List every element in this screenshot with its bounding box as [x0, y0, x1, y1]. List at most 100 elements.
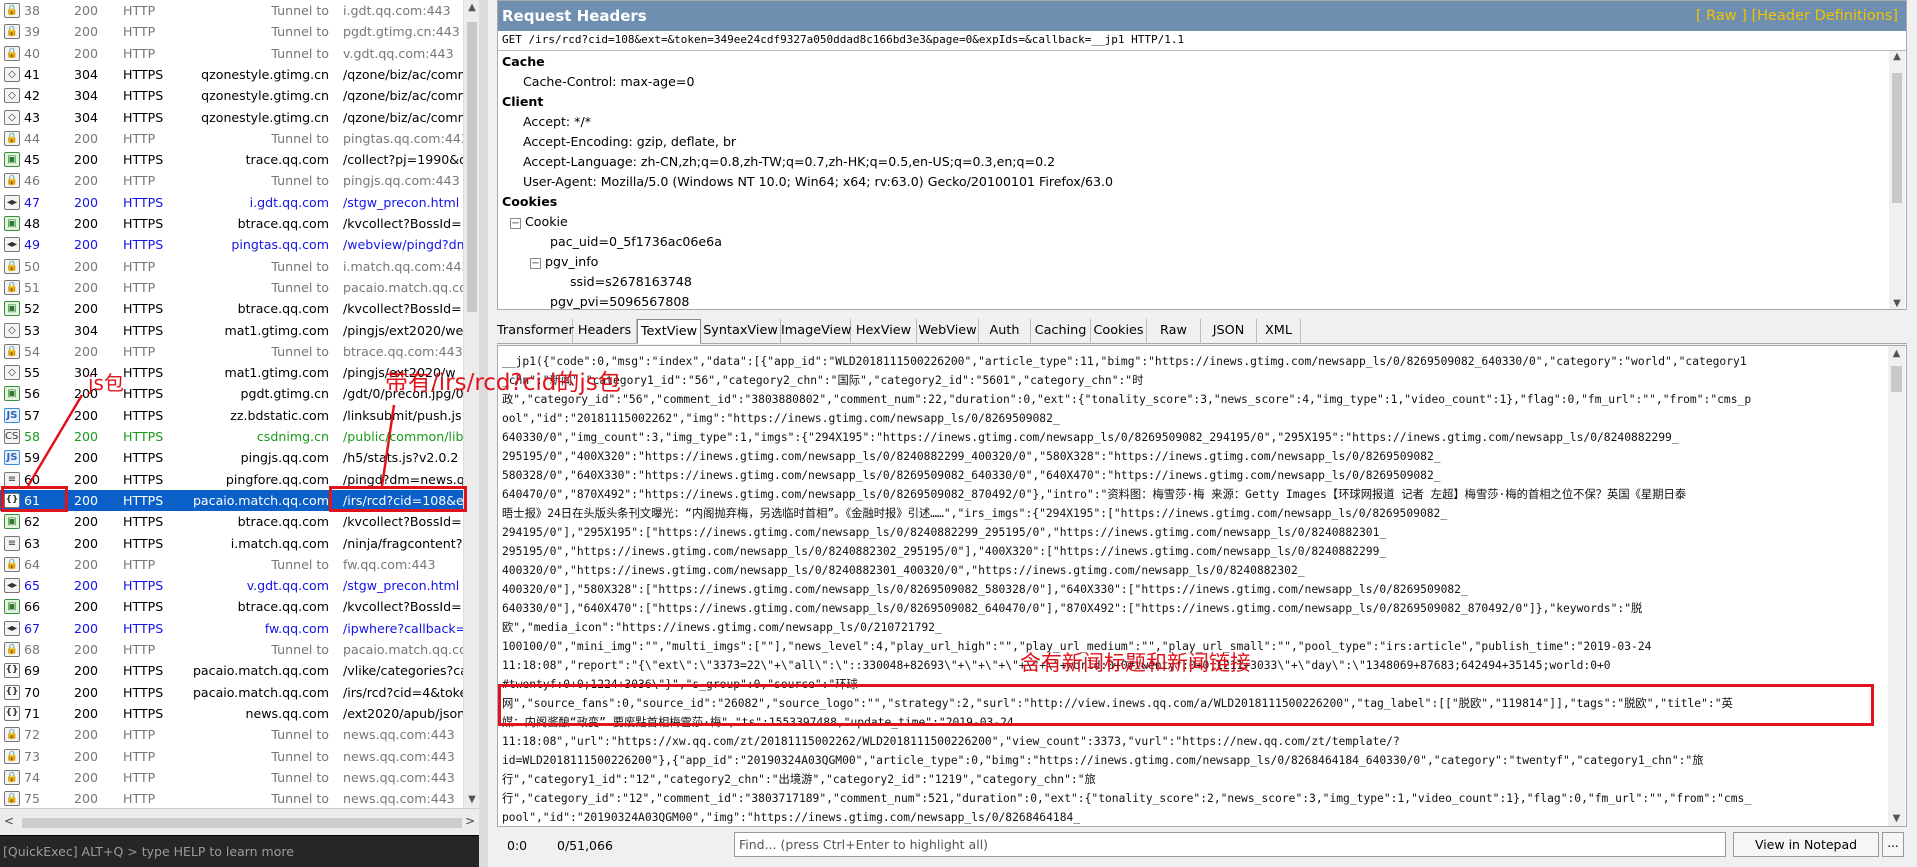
session-row[interactable]: JS 57 200 HTTPS zz.bdstatic.com/linksubmit/p… — [0, 405, 463, 426]
session-url: /pingd?dm=news.qq — [343, 471, 463, 487]
tab-raw[interactable]: Raw — [1147, 319, 1201, 344]
raw-header-definitions-links[interactable]: [ Raw ] [Header Definitions] — [1696, 1, 1898, 31]
tab-cookies[interactable]: Cookies — [1091, 319, 1147, 344]
session-row[interactable]: ◇ 43 304 HTTPS qzonestyle.gtimg.cn/qzone/biz… — [0, 107, 463, 128]
scroll-up-icon[interactable]: ▲ — [1889, 51, 1905, 62]
find-input[interactable]: Find... (press Ctrl+Enter to highlight a… — [734, 832, 1726, 857]
tab-headers[interactable]: Headers — [573, 319, 637, 344]
session-row[interactable]: 🔒 68 200 HTTP Tunnel to pacaio.match.qq.com — [0, 639, 463, 660]
session-row[interactable]: {} 69 200 HTTPS pacaio.match.qq.com/vlike/ca… — [0, 660, 463, 681]
session-row[interactable]: 🔒 72 200 HTTP Tunnel to news.qq.com:443 — [0, 724, 463, 745]
session-row[interactable]: ▣ 48 200 HTTPS btrace.qq.com/kvcollect?BossI… — [0, 213, 463, 234]
session-row[interactable]: 🔒 46 200 HTTP Tunnel to pingjs.qq.com:443 — [0, 170, 463, 191]
scroll-left-icon[interactable]: < — [4, 814, 14, 828]
scroll-down-icon[interactable]: ▼ — [1888, 813, 1905, 824]
session-row[interactable]: 🔒 40 200 HTTP Tunnel to v.gdt.qq.com:443 — [0, 43, 463, 64]
session-row[interactable]: ≡ 63 200 HTTPS i.match.qq.com/ninja/fragcont… — [0, 533, 463, 554]
cookie-pgv-info[interactable]: − pgv_info — [530, 254, 598, 269]
cookie-pac-uid[interactable]: pac_uid=0_5f1736ac06e6a — [550, 234, 722, 249]
session-row[interactable]: {} 70 200 HTTPS pacaio.match.qq.com/irs/rcd?… — [0, 682, 463, 703]
more-options-button[interactable]: ... — [1882, 832, 1904, 857]
session-row[interactable]: {} 61 200 HTTPS pacaio.match.qq.com/irs/rcd?… — [0, 489, 463, 511]
pane-splitter[interactable] — [479, 0, 488, 867]
session-row[interactable]: ▣ 45 200 HTTPS trace.qq.com/collect?pj=1990&… — [0, 149, 463, 170]
header-user-agent[interactable]: User-Agent: Mozilla/5.0 (Windows NT 10.0… — [523, 174, 1113, 189]
session-row[interactable]: 🔒 39 200 HTTP Tunnel to pgdt.gtimg.cn:443 — [0, 21, 463, 42]
session-protocol: HTTPS — [123, 322, 164, 338]
session-row[interactable]: ◇ 42 304 HTTPS qzonestyle.gtimg.cn/qzone/biz… — [0, 85, 463, 106]
quickexec-bar[interactable]: [QuickExec] ALT+Q > type HELP to learn m… — [0, 835, 479, 867]
tab-xml[interactable]: XML — [1257, 319, 1301, 344]
tab-json[interactable]: JSON — [1201, 319, 1257, 344]
request-headers-titlebar: Request Headers [ Raw ] [Header Definiti… — [498, 1, 1906, 31]
header-accept-language[interactable]: Accept-Language: zh-CN,zh;q=0.8,zh-TW;q=… — [523, 154, 1055, 169]
session-host: Tunnel to — [271, 258, 329, 274]
cookie-ssid[interactable]: ssid=s2678163748 — [570, 274, 692, 289]
collapse-icon[interactable]: − — [530, 258, 541, 269]
session-row[interactable]: 🔒 74 200 HTTP Tunnel to news.qq.com:443 — [0, 767, 463, 788]
scrollbar-thumb[interactable] — [22, 818, 462, 828]
session-row[interactable]: ◇ 53 304 HTTPS mat1.gtimg.com/pingjs/ext2020… — [0, 320, 463, 341]
tab-syntaxview[interactable]: SyntaxView — [701, 319, 781, 344]
tab-auth[interactable]: Auth — [979, 319, 1031, 344]
tab-textview[interactable]: TextView — [637, 319, 701, 344]
session-result: 200 — [74, 173, 99, 189]
session-result: 200 — [74, 727, 99, 743]
section-cookies[interactable]: Cookies — [502, 194, 557, 209]
session-row[interactable]: ◂▸ 49 200 HTTPS pingtas.qq.com/webview/pingd… — [0, 234, 463, 255]
session-row[interactable]: 🔒 44 200 HTTP Tunnel to pingtas.qq.com:443 — [0, 128, 463, 149]
view-in-notepad-button[interactable]: View in Notepad — [1733, 832, 1879, 857]
session-row[interactable]: 🔒 54 200 HTTP Tunnel to btrace.qq.com:443 — [0, 341, 463, 362]
scroll-up-icon[interactable]: ▲ — [1888, 348, 1905, 359]
response-body-text[interactable]: __jp1({"code":0,"msg":"index","data":[{"… — [502, 352, 1886, 824]
session-host: Tunnel to — [271, 769, 329, 785]
session-row[interactable]: 🔒 50 200 HTTP Tunnel to i.match.qq.com:443 — [0, 256, 463, 277]
scrollbar-thumb[interactable] — [467, 22, 477, 312]
cookie-pgv-pvi[interactable]: pgv_pvi=5096567808 — [550, 294, 689, 309]
session-result: 200 — [74, 45, 99, 61]
tab-hexview[interactable]: HexView — [851, 319, 917, 344]
scroll-down-icon[interactable]: ▼ — [1889, 298, 1905, 309]
session-row[interactable]: ◂▸ 65 200 HTTPS v.gdt.qq.com/stgw_precon.htm… — [0, 575, 463, 596]
session-row[interactable]: CSS 58 200 HTTPS csdnimg.cn/public/common/li… — [0, 426, 463, 447]
request-headers-vscroll[interactable]: ▲ ▼ — [1889, 51, 1905, 309]
session-protocol: HTTPS — [123, 663, 164, 679]
session-url: /linksubmit/push.js — [343, 407, 462, 423]
session-list-vscroll[interactable]: ▲ ▼ — [463, 0, 479, 808]
session-row[interactable]: ▣ 52 200 HTTPS btrace.qq.com/kvcollect?BossI… — [0, 298, 463, 319]
session-host: i.match.qq.com — [230, 535, 329, 551]
tab-caching[interactable]: Caching — [1031, 319, 1091, 344]
header-accept[interactable]: Accept: */* — [523, 114, 591, 129]
tab-webview[interactable]: WebView — [917, 319, 979, 344]
section-client[interactable]: Client — [502, 94, 543, 109]
session-row[interactable]: 🔒 64 200 HTTP Tunnel to fw.qq.com:443 — [0, 554, 463, 575]
scrollbar-thumb[interactable] — [1892, 73, 1902, 203]
session-row[interactable]: 🔒51 200 HTTP Tunnel to pacaio.match.qq.com — [0, 277, 463, 298]
session-row[interactable]: JS 59 200 HTTPS pingjs.qq.com/h5/stats.js?v2… — [0, 447, 463, 468]
session-number: 73 — [24, 748, 41, 764]
session-row[interactable]: ▣ 62 200 HTTPS btrace.qq.com/kvcollect?BossI… — [0, 511, 463, 532]
tab-imageview[interactable]: ImageView — [781, 319, 851, 344]
session-row[interactable]: ◂▸ 47 200 HTTPS i.gdt.qq.com/stgw_precon.htm… — [0, 192, 463, 213]
session-row[interactable]: ◂▸ 67 200 HTTPS fw.qq.com/ipwhere?callback=i — [0, 618, 463, 639]
collapse-icon[interactable]: − — [510, 218, 521, 229]
header-cache-control[interactable]: Cache-Control: max-age=0 — [523, 74, 695, 89]
session-row[interactable]: 🔒 38 200 HTTP Tunnel to i.gdt.qq.com:443 — [0, 0, 463, 21]
scroll-right-icon[interactable]: > — [465, 814, 475, 828]
scroll-up-icon[interactable]: ▲ — [464, 0, 479, 16]
session-row[interactable]: ▣ 66 200 HTTPS btrace.qq.com/kvcollect?BossI… — [0, 596, 463, 617]
session-row[interactable]: {} 71 200 HTTPS news.qq.com/ext2020/apub/jso… — [0, 703, 463, 724]
scroll-down-icon[interactable]: ▼ — [464, 792, 479, 808]
header-accept-encoding[interactable]: Accept-Encoding: gzip, deflate, br — [523, 134, 736, 149]
session-row[interactable]: 🔒 75 200 HTTP Tunnel to news.qq.com:443 — [0, 788, 463, 808]
scrollbar-thumb[interactable] — [1891, 366, 1902, 392]
tab-transformer[interactable]: Transformer — [497, 319, 574, 344]
session-number: 66 — [24, 599, 41, 615]
session-row[interactable]: ◇ 41 304 HTTPS qzonestyle.gtimg.cn/qzone/biz… — [0, 64, 463, 85]
response-vscroll[interactable]: ▲ ▼ — [1888, 346, 1905, 826]
cookie-node[interactable]: − Cookie — [510, 214, 568, 229]
session-list-hscroll[interactable]: < > — [0, 808, 479, 835]
session-row[interactable]: 🔒 73 200 HTTP Tunnel to news.qq.com:443 — [0, 746, 463, 767]
section-cache[interactable]: Cache — [502, 54, 545, 69]
session-row[interactable]: ≡ 60 200 HTTPS pingfore.qq.com/pingd?dm=news… — [0, 469, 463, 490]
